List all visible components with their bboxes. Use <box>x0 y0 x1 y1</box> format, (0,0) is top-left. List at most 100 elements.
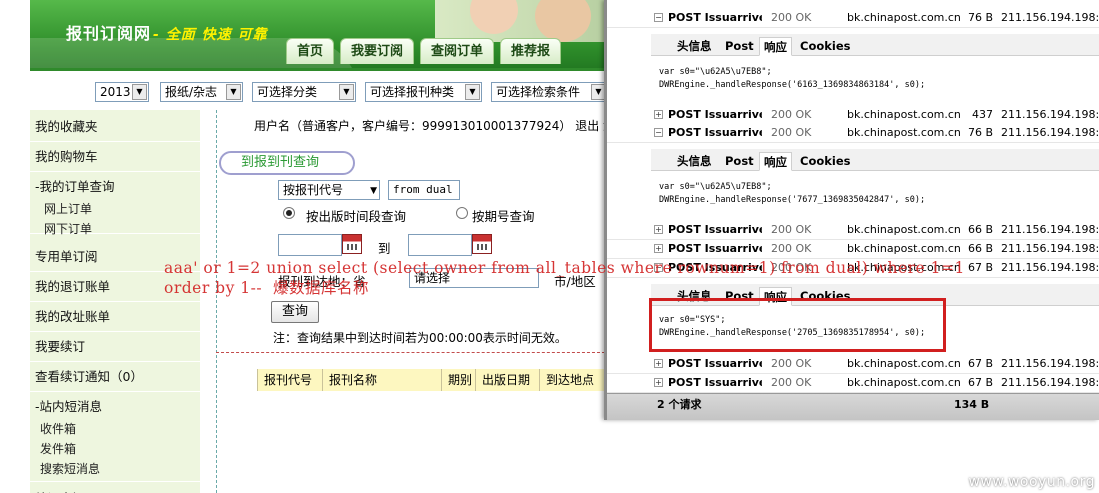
sidebar-item-label: -站内短消息 <box>35 399 103 414</box>
request-host: bk.chinapost.com.cn <box>847 357 961 370</box>
nav-tab-orders[interactable]: 查阅订单 <box>420 38 495 64</box>
request-method: POST Issuarrive <box>668 357 762 370</box>
query-code-input[interactable]: from dual <box>388 180 460 200</box>
detail-tabs: 头信息 Post 响应 Cookies <box>651 34 1099 56</box>
query-note: 注：查询结果中到达时间若为00:00:00表示时间无效。 <box>273 331 567 345</box>
sidebar-item-cart[interactable]: 我的购物车 <box>30 142 200 172</box>
request-host: bk.chinapost.com.cn <box>847 242 961 255</box>
request-method: POST Issuarrive <box>668 11 762 24</box>
tab-response[interactable]: 响应 <box>759 37 792 56</box>
sidebar-sub-outbox[interactable]: 发件箱 <box>40 440 76 457</box>
tab-response[interactable]: 响应 <box>759 152 792 171</box>
request-method: POST Issuarrive <box>668 376 762 389</box>
search-condition-select[interactable]: 可选择检索条件 ▼ <box>491 82 608 102</box>
tab-headers[interactable]: 头信息 <box>673 37 716 56</box>
collapse-icon[interactable]: − <box>654 128 663 137</box>
radio-publish-time-label: 按出版时间段查询 <box>306 209 407 224</box>
highlight-box <box>649 298 946 352</box>
radio-publish-time[interactable] <box>283 207 295 219</box>
expand-icon[interactable]: + <box>654 225 663 234</box>
sidebar-item-renew-notice[interactable]: 查看续订通知（0） <box>30 362 200 392</box>
request-row[interactable]: − POST Issuarrive 200 OK bk.chinapost.co… <box>607 124 1099 143</box>
request-detail: 头信息 Post 响应 Cookies var s0="\u62A5\u7EB8… <box>651 34 1099 102</box>
calendar-icon[interactable] <box>472 234 492 254</box>
request-row[interactable]: + POST Issuarrive 200 OK bk.chinapost.co… <box>607 106 1099 139</box>
request-ip: 211.156.194.198:80 <box>1001 126 1099 139</box>
tab-cookies[interactable]: Cookies <box>796 152 854 171</box>
nav-tab-recommend[interactable]: 推荐报 <box>500 38 562 64</box>
nav-tab-subscribe[interactable]: 我要订阅 <box>340 38 415 64</box>
net-status-bar: 2 个请求 134 B <box>607 393 1099 420</box>
start-date-input[interactable] <box>278 234 342 256</box>
tab-post[interactable]: Post <box>721 152 758 171</box>
user-info-line: 用户名（普通客户，客户编号：999913010001377924） 退出 您的 <box>254 119 628 133</box>
request-size: 66 B <box>967 223 993 236</box>
request-size: 67 B <box>967 376 993 389</box>
request-row[interactable]: + POST Issuarrive 200 OK bk.chinapost.co… <box>607 355 1099 374</box>
arrival-query-tab[interactable]: 到报到刊查询 <box>219 151 355 175</box>
request-status: 200 OK <box>771 108 812 121</box>
expand-icon[interactable]: + <box>654 110 663 119</box>
sidebar-item-renew[interactable]: 我要续订 <box>30 332 200 362</box>
request-ip: 211.156.194.198:80 <box>1001 223 1099 236</box>
query-button[interactable]: 查询 <box>271 301 319 323</box>
detail-tabs: 头信息 Post 响应 Cookies <box>651 149 1099 171</box>
expand-icon[interactable]: + <box>654 244 663 253</box>
sidebar-sub-search-messages[interactable]: 搜索短消息 <box>40 460 100 477</box>
sidebar-item-favorites[interactable]: 我的收藏夹 <box>30 112 200 142</box>
paper-type-select[interactable]: 报纸/杂志 ▼ <box>160 82 243 102</box>
chevron-down-icon: ▼ <box>226 84 241 100</box>
sidebar-sub-online-orders[interactable]: 网上订单 <box>44 200 92 217</box>
year-select[interactable]: 2013 ▼ <box>95 82 149 102</box>
query-type-select[interactable]: 按报刊代号 ▼ <box>278 180 380 200</box>
date-to-label: 到 <box>378 241 391 256</box>
sidebar-item-renew-subscription[interactable]: 续订定阅 <box>30 484 200 493</box>
column-header-date[interactable]: 出版日期 <box>475 369 539 391</box>
request-ip: 211.156.194.198:80 <box>1001 376 1099 389</box>
tab-post[interactable]: Post <box>721 37 758 56</box>
expand-icon[interactable]: + <box>654 378 663 387</box>
column-header-name[interactable]: 报刊名称 <box>322 369 441 391</box>
request-host: bk.chinapost.com.cn <box>847 223 961 236</box>
column-header-destination[interactable]: 到达地点 <box>539 369 605 391</box>
collapse-icon[interactable]: − <box>654 13 663 22</box>
site-logo[interactable]: 报刊订阅网 - 全面 快速 可靠 <box>66 20 267 44</box>
calendar-icon[interactable] <box>342 234 362 254</box>
request-status: 200 OK <box>771 11 812 24</box>
request-ip: 211.156.194.198:80 <box>1001 242 1099 255</box>
request-status: 200 OK <box>771 357 812 370</box>
radio-issue-label: 按期号查询 <box>472 209 535 224</box>
kind-select[interactable]: 可选择报刊种类 ▼ <box>365 82 482 102</box>
response-body: var s0="\u62A5\u7EB8"; DWREngine._handle… <box>659 67 926 90</box>
category-value: 可选择分类 <box>257 85 318 99</box>
search-condition-value: 可选择检索条件 <box>496 85 581 99</box>
category-select[interactable]: 可选择分类 ▼ <box>252 82 356 102</box>
request-row[interactable]: + POST Issuarrive 200 OK bk.chinapost.co… <box>607 240 1099 259</box>
tab-cookies[interactable]: Cookies <box>796 37 854 56</box>
request-row[interactable]: − POST Issuarrive 200 OK bk.chinapost.co… <box>607 9 1099 28</box>
main-nav: 首页 我要订阅 查阅订单 推荐报 <box>286 38 562 64</box>
chevron-down-icon: ▼ <box>132 84 147 100</box>
column-header-issue[interactable]: 期别 <box>441 369 475 391</box>
request-row[interactable]: + POST Issuarrive 200 OK bk.chinapost.co… <box>607 374 1099 393</box>
tab-headers[interactable]: 头信息 <box>673 152 716 171</box>
request-row[interactable]: + POST Issuarrive 200 OK bk.chinapost.co… <box>607 221 1099 240</box>
paper-type-value: 报纸/杂志 <box>165 85 218 99</box>
nav-tab-home[interactable]: 首页 <box>286 38 335 64</box>
column-header-code[interactable]: 报刊代号 <box>257 369 322 391</box>
radio-issue[interactable] <box>456 207 468 219</box>
firebug-net-panel: − POST Issuarrive 200 OK bk.chinapost.co… <box>604 0 1099 420</box>
sidebar-sub-inbox[interactable]: 收件箱 <box>40 420 76 437</box>
request-size: 76 B <box>967 126 993 139</box>
request-method: POST Issuarrive <box>668 242 762 255</box>
end-date-input[interactable] <box>408 234 472 256</box>
response-body: var s0="\u62A5\u7EB8"; DWREngine._handle… <box>659 182 926 205</box>
sidebar-item-address-change[interactable]: 我的改址账单 <box>30 302 200 332</box>
request-host: bk.chinapost.com.cn <box>847 108 961 121</box>
request-method: POST Issuarrive <box>668 223 762 236</box>
sidebar-sub-offline-orders[interactable]: 网下订单 <box>44 220 92 237</box>
sql-injection-annotation: aaa' or 1=2 union select (select owner f… <box>164 259 965 297</box>
filter-bar: 2013 ▼ 报纸/杂志 ▼ 可选择分类 ▼ 可选择报刊种类 ▼ 可选择检索条件 ▼ <box>30 68 608 108</box>
expand-icon[interactable]: + <box>654 359 663 368</box>
request-detail: 头信息 Post 响应 Cookies var s0="\u62A5\u7EB8… <box>651 149 1099 217</box>
